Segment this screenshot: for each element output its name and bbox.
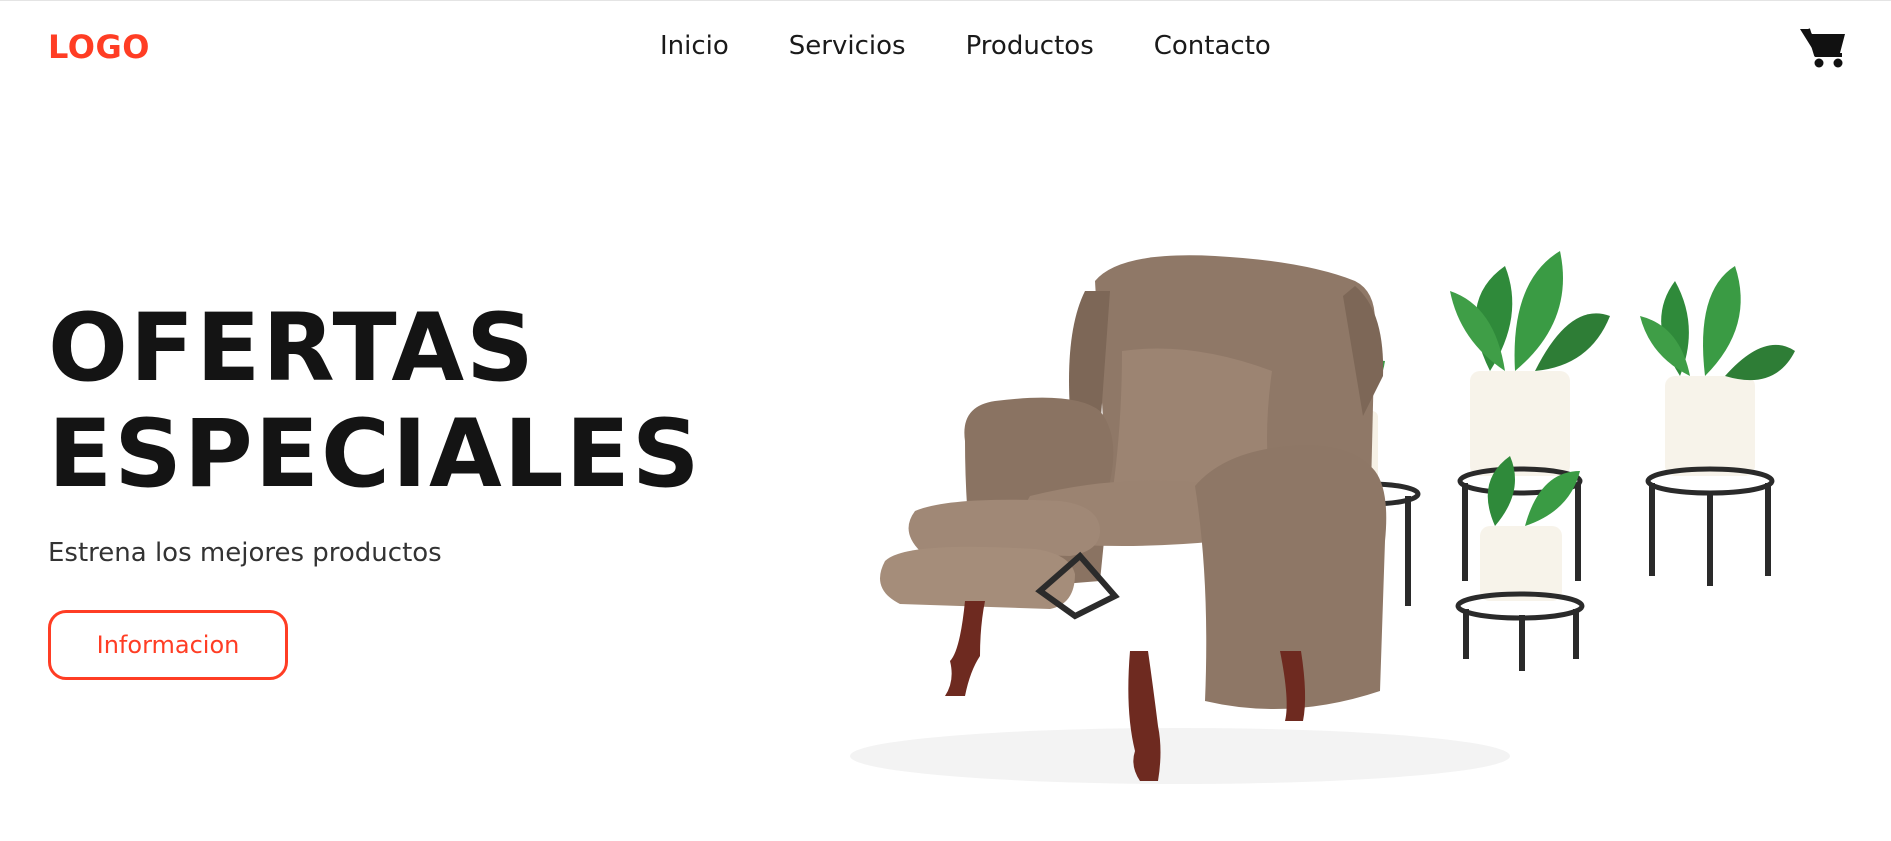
landing-page: LOGO Inicio Servicios Productos Contacto… [0,0,1891,841]
logo[interactable]: LOGO [48,28,150,66]
main-nav: Inicio Servicios Productos Contacto [660,31,1271,61]
hero-title: OFERTAS ESPECIALES [48,296,702,508]
hero-title-line-2: ESPECIALES [48,400,702,509]
nav-link-inicio[interactable]: Inicio [660,31,729,61]
recliner-armchair [880,255,1387,781]
nav-link-productos[interactable]: Productos [966,31,1094,61]
tiered-plant-stand [1450,251,1610,671]
right-plant-stand [1640,266,1795,586]
hero-section: OFERTAS ESPECIALES Estrena los mejores p… [48,296,702,680]
hero-title-line-1: OFERTAS [48,294,536,403]
hero-subtitle: Estrena los mejores productos [48,538,442,568]
shopping-cart-icon[interactable] [1798,25,1848,69]
site-header: LOGO Inicio Servicios Productos Contacto [0,1,1891,101]
informacion-button[interactable]: Informacion [48,610,288,680]
nav-link-contacto[interactable]: Contacto [1154,31,1271,61]
nav-link-servicios[interactable]: Servicios [789,31,906,61]
hero-product-image [850,251,1795,784]
